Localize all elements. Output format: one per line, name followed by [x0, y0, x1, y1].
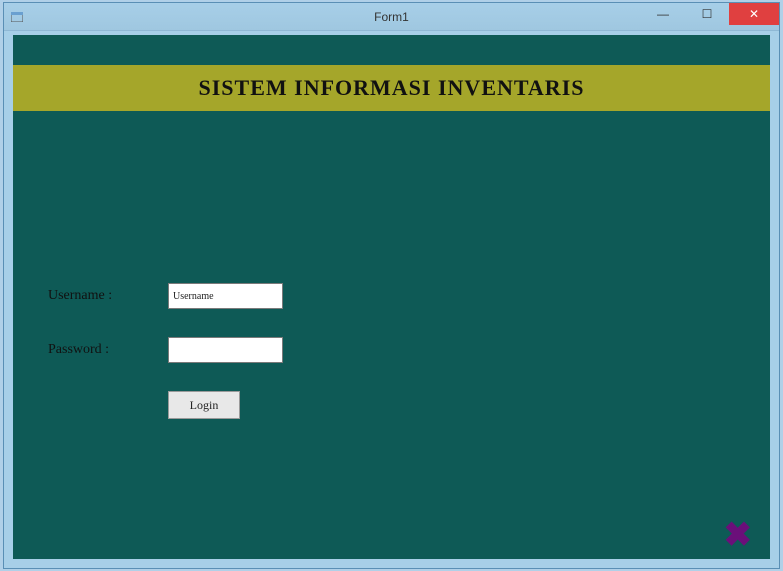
window-controls: — ☐ ✕	[641, 3, 779, 25]
x-icon: ✖	[724, 517, 753, 554]
minimize-icon: —	[657, 7, 669, 21]
exit-button[interactable]: ✖	[724, 519, 753, 553]
titlebar[interactable]: Form1 — ☐ ✕	[4, 3, 779, 31]
login-button[interactable]: Login	[168, 391, 240, 419]
maximize-icon: ☐	[702, 7, 713, 21]
maximize-button[interactable]: ☐	[685, 3, 729, 25]
close-icon: ✕	[749, 7, 759, 21]
username-input[interactable]	[168, 283, 283, 309]
username-row: Username :	[48, 283, 283, 309]
password-row: Password :	[48, 337, 283, 363]
button-row: Login	[48, 391, 283, 419]
page-title: SISTEM INFORMASI INVENTARIS	[199, 75, 585, 101]
window-title: Form1	[374, 10, 409, 24]
password-input[interactable]	[168, 337, 283, 363]
window-close-button[interactable]: ✕	[729, 3, 779, 25]
app-window: Form1 — ☐ ✕ SISTEM INFORMASI INVENTARIS …	[3, 2, 780, 569]
minimize-button[interactable]: —	[641, 3, 685, 25]
app-icon	[10, 10, 24, 24]
header-band: SISTEM INFORMASI INVENTARIS	[13, 65, 770, 111]
username-label: Username :	[48, 288, 168, 304]
password-label: Password :	[48, 342, 168, 358]
client-area: SISTEM INFORMASI INVENTARIS Username : P…	[13, 35, 770, 559]
login-form: Username : Password : Login	[48, 283, 283, 419]
